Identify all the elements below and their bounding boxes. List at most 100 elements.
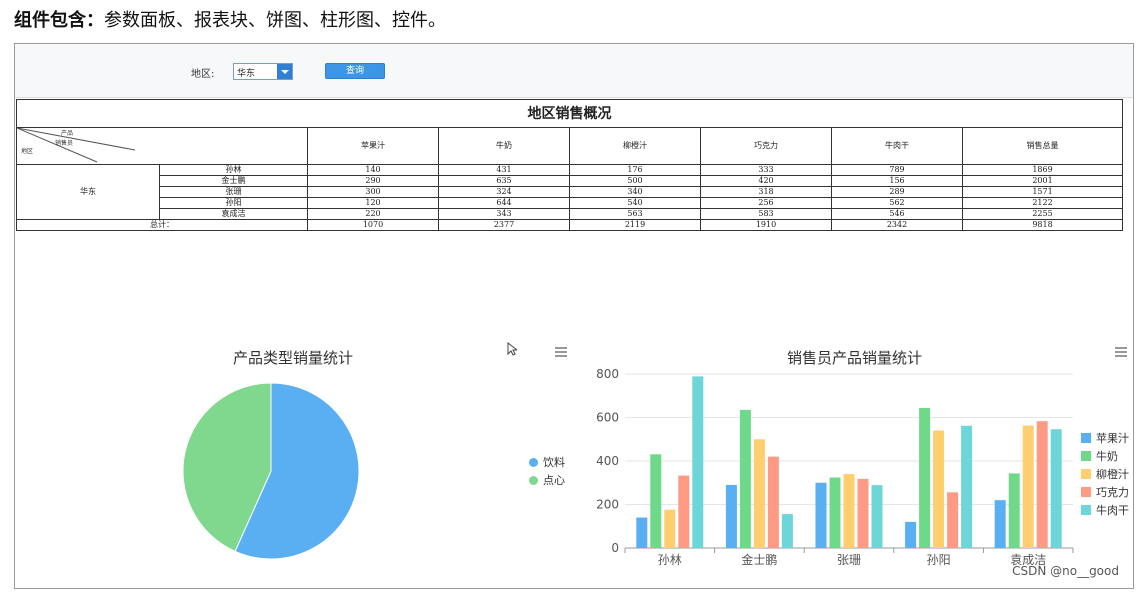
chevron-down-icon[interactable] [277,64,292,79]
pie-chart-title: 产品类型销量统计 [233,349,354,367]
report-table: 地区销售概况 产品 销售员 地区 苹果汁 牛奶 柳橙汁 巧克力 牛肉干 销售总量 华东 孙林… [16,99,1123,231]
legend-label: 巧克力 [1096,486,1129,499]
corner-label-region: 地区 [21,148,34,155]
y-tick-label: 200 [596,498,619,512]
table-row: 袁成洁 220 343 563 583 546 2255 [17,208,1123,220]
corner-label-product: 产品 [61,130,74,137]
total-cell: 1910 [700,219,832,231]
region-select[interactable]: 华东 [233,63,293,80]
bar[interactable] [1008,473,1020,548]
bar[interactable] [857,478,869,548]
value-cell: 289 [831,186,963,198]
bar[interactable] [692,376,704,548]
value-cell: 2255 [962,208,1123,220]
bar[interactable] [961,425,973,548]
y-tick-label: 0 [611,541,619,555]
value-cell: 2122 [962,197,1123,209]
bar[interactable] [1022,425,1034,548]
legend-item[interactable]: 苹果汁 [1081,430,1129,446]
value-cell: 176 [569,164,701,176]
value-cell: 583 [700,208,832,220]
region-select-value: 华东 [237,69,256,79]
bar[interactable] [739,409,751,548]
bar[interactable] [905,521,917,548]
bar[interactable] [919,407,931,548]
legend-item[interactable]: 牛奶 [1081,448,1118,464]
y-tick-label: 800 [596,367,619,381]
bar[interactable] [843,474,855,548]
legend-item-snacks[interactable]: 点心 [529,472,565,488]
query-button[interactable]: 查询 [325,63,385,79]
bar[interactable] [725,484,737,548]
value-cell: 324 [438,186,570,198]
bar[interactable] [871,485,883,548]
value-cell: 789 [831,164,963,176]
legend-swatch [1081,505,1091,515]
value-cell: 220 [307,208,439,220]
bar[interactable] [1050,429,1062,548]
legend-item-drinks[interactable]: 饮料 [529,454,565,470]
value-cell: 156 [831,175,963,187]
bar[interactable] [767,456,779,548]
parameter-panel: 地区: 华东 查询 [15,44,1133,98]
legend-swatch [1081,487,1091,497]
value-cell: 431 [438,164,570,176]
bar[interactable] [994,500,1006,548]
value-cell: 546 [831,208,963,220]
report-frame: 地区: 华东 查询 地区销售概况 产品 销售员 地区 苹果汁 牛奶 柳橙汁 巧克… [14,43,1134,589]
total-label: 总计： [16,219,308,231]
total-cell: 2342 [831,219,963,231]
value-cell: 500 [569,175,701,187]
bar[interactable] [1036,421,1048,548]
value-cell: 2001 [962,175,1123,187]
value-cell: 318 [700,186,832,198]
bar[interactable] [829,477,841,548]
menu-icon[interactable] [1115,347,1127,357]
legend-item[interactable]: 柳橙汁 [1081,466,1129,482]
legend-swatch [529,457,538,467]
bar[interactable] [664,509,676,548]
value-cell: 563 [569,208,701,220]
bar[interactable] [753,439,765,548]
legend-item[interactable]: 巧克力 [1081,484,1129,500]
menu-icon[interactable] [555,347,567,357]
value-cell: 300 [307,186,439,198]
column-header: 牛奶 [438,127,570,165]
legend-swatch [1081,433,1091,443]
salesperson-cell: 袁成洁 [159,208,308,220]
bar[interactable] [650,454,662,548]
value-cell: 562 [831,197,963,209]
bar[interactable] [947,492,959,548]
table-row: 孙阳 120 644 540 256 562 2122 [17,197,1123,209]
bar[interactable] [678,475,690,548]
bar-chart: 0200400600800孙林 金士鹏 张珊 孙阳 袁成洁 [596,367,1074,567]
column-header: 销售总量 [962,127,1123,165]
table-row: 张珊 300 324 340 318 289 1571 [17,186,1123,198]
region-cell: 华东 [16,164,160,220]
legend-item[interactable]: 牛肉干 [1081,502,1129,518]
value-cell: 120 [307,197,439,209]
watermark: CSDN @no__good [1012,564,1119,578]
x-tick-label: 张珊 [837,553,861,567]
legend-label: 牛奶 [1096,450,1118,463]
legend-label: 柳橙汁 [1096,468,1129,481]
legend-label: 苹果汁 [1096,432,1129,445]
column-header: 巧克力 [700,127,832,165]
region-label: 地区: [191,69,215,80]
heading-label: 组件包含： [14,10,104,31]
value-cell: 420 [700,175,832,187]
legend-swatch [1081,451,1091,461]
legend-swatch [529,475,538,485]
bar[interactable] [636,517,648,548]
value-cell: 1571 [962,186,1123,198]
total-cell: 1070 [307,219,439,231]
bar[interactable] [781,514,793,548]
bar[interactable] [933,430,945,548]
legend-label: 饮料 [543,456,565,469]
pie-chart [182,382,360,560]
bar[interactable] [815,482,827,548]
legend-label: 牛肉干 [1096,504,1129,517]
total-row: 总计： 1070 2377 2119 1910 2342 9818 [16,219,1123,231]
y-tick-label: 400 [596,454,619,468]
cursor-icon [507,342,517,356]
